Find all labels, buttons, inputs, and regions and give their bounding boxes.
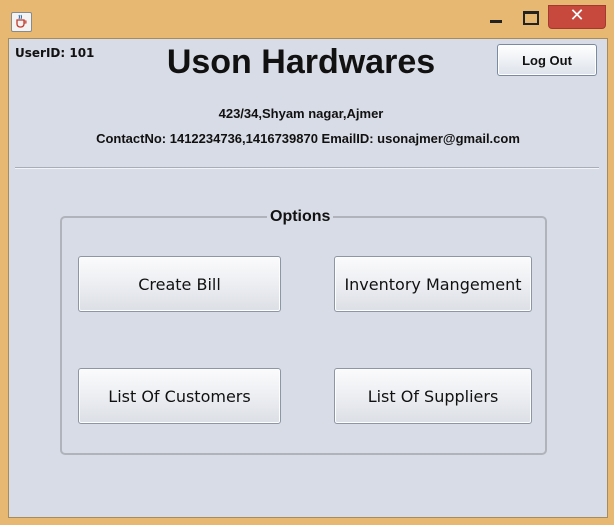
separator	[15, 167, 599, 169]
list-of-customers-button[interactable]: List Of Customers	[78, 368, 281, 424]
inventory-management-button[interactable]: Inventory Mangement	[334, 256, 532, 312]
close-button[interactable]: ✕	[548, 5, 606, 29]
minimize-button[interactable]	[484, 4, 510, 28]
contact-label: ContactNo: 1412234736,1416739870 EmailID…	[96, 131, 520, 146]
options-panel: Options Create Bill Inventory Mangement …	[60, 208, 547, 455]
app-window: ✕ UserID: 101 Uson Hardwares Log Out 423…	[0, 0, 614, 525]
java-cup-icon[interactable]	[11, 12, 32, 32]
address-label: 423/34,Shyam nagar,Ajmer	[218, 106, 384, 121]
title-bar[interactable]: ✕	[0, 0, 614, 38]
main-panel: UserID: 101 Uson Hardwares Log Out 423/3…	[8, 38, 608, 518]
create-bill-button[interactable]: Create Bill	[78, 256, 281, 312]
logout-button[interactable]: Log Out	[497, 44, 597, 76]
close-icon: ✕	[569, 5, 585, 26]
maximize-button[interactable]	[518, 4, 544, 28]
list-of-suppliers-button[interactable]: List Of Suppliers	[334, 368, 532, 424]
options-title: Options	[267, 208, 334, 226]
